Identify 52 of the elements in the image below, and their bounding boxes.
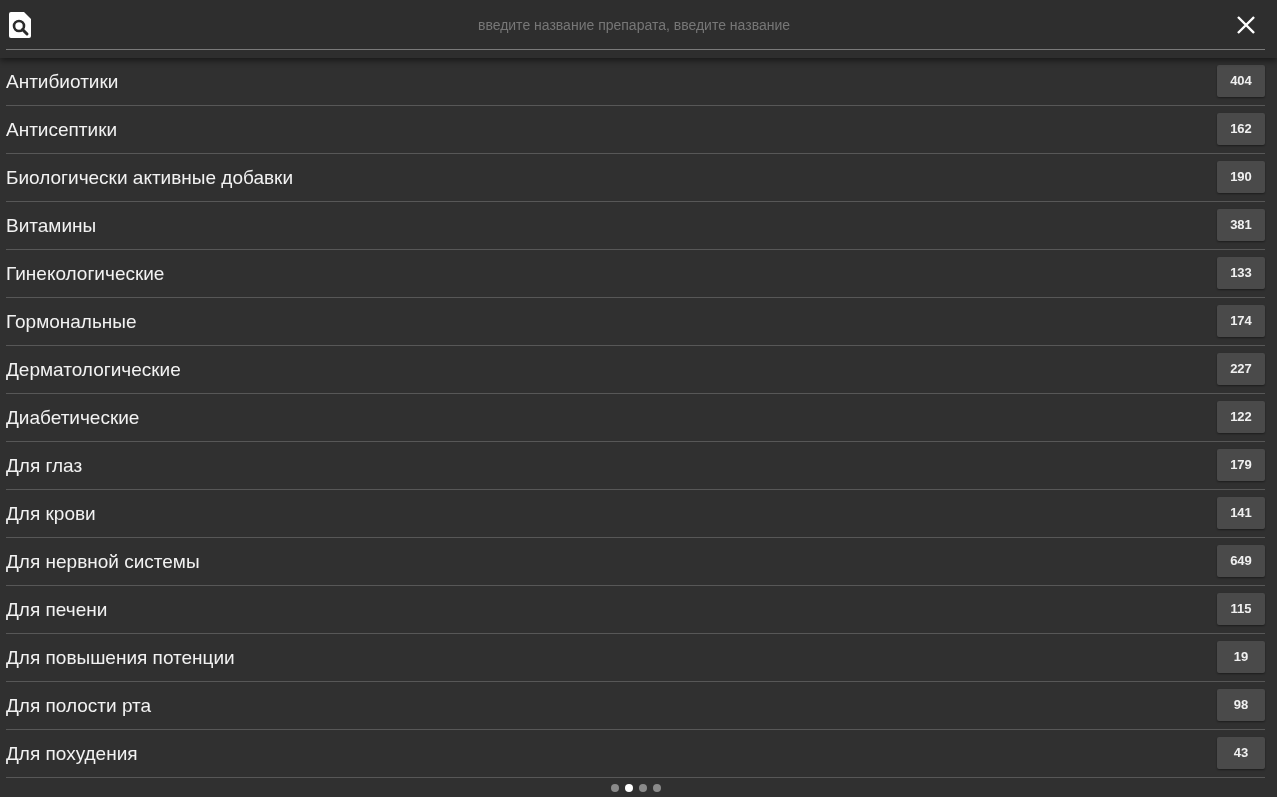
close-icon[interactable] [1237, 15, 1255, 34]
category-name: Дерматологические [6, 358, 181, 381]
category-item[interactable]: Дерматологические 227 [6, 346, 1265, 394]
count-badge: 133 [1217, 256, 1265, 289]
count-badge: 162 [1217, 112, 1265, 145]
count-badge: 98 [1217, 688, 1265, 721]
category-name: Антисептики [6, 118, 118, 141]
category-item[interactable]: Антибиотики 404 [6, 58, 1265, 106]
category-item[interactable]: Для полости рта 98 [6, 682, 1265, 730]
page-dot-icon[interactable] [639, 784, 647, 792]
category-name: Витамины [6, 214, 97, 237]
category-item[interactable]: Для похудения 43 [6, 730, 1265, 778]
count-badge: 649 [1217, 544, 1265, 577]
count-badge: 141 [1217, 496, 1265, 529]
count-badge: 179 [1217, 448, 1265, 481]
category-item[interactable]: Антисептики 162 [6, 106, 1265, 154]
category-name: Диабетические [6, 406, 140, 429]
search-icon[interactable] [9, 11, 31, 38]
category-name: Гинекологические [6, 262, 165, 285]
category-item[interactable]: Для повышения потенции 19 [6, 634, 1265, 682]
category-name: Гормональные [6, 310, 137, 333]
category-item[interactable]: Для крови 141 [6, 490, 1265, 538]
category-item[interactable]: Для глаз 179 [6, 442, 1265, 490]
category-name: Для похудения [6, 742, 138, 765]
category-name: Антибиотики [6, 70, 119, 93]
search-field[interactable]: введите название препарата, введите название [43, 9, 1225, 40]
count-badge: 190 [1217, 160, 1265, 193]
count-badge: 122 [1217, 400, 1265, 433]
category-name: Для глаз [6, 454, 83, 477]
count-badge: 19 [1217, 640, 1265, 673]
count-badge: 404 [1217, 64, 1265, 97]
category-item[interactable]: Для печени 115 [6, 586, 1265, 634]
category-name: Для повышения потенции [6, 646, 235, 669]
category-item[interactable]: Гормональные 174 [6, 298, 1265, 346]
page-dot-icon[interactable] [611, 784, 619, 792]
count-badge: 381 [1217, 208, 1265, 241]
category-name: Для печени [6, 598, 108, 621]
page-dot-icon[interactable] [653, 784, 661, 792]
category-item[interactable]: Диабетические 122 [6, 394, 1265, 442]
category-item[interactable]: Биологически активные добавки 190 [6, 154, 1265, 202]
page-dot-icon[interactable] [625, 784, 633, 792]
count-badge: 227 [1217, 352, 1265, 385]
count-badge: 115 [1217, 592, 1265, 625]
count-badge: 43 [1217, 736, 1265, 769]
category-name: Для полости рта [6, 694, 152, 717]
category-item[interactable]: Для нервной системы 649 [6, 538, 1265, 586]
category-name: Для нервной системы [6, 550, 200, 573]
category-name: Биологически активные добавки [6, 166, 293, 189]
category-item[interactable]: Витамины 381 [6, 202, 1265, 250]
count-badge: 174 [1217, 304, 1265, 337]
category-name: Для крови [6, 502, 96, 525]
category-item[interactable]: Гинекологические 133 [6, 250, 1265, 298]
